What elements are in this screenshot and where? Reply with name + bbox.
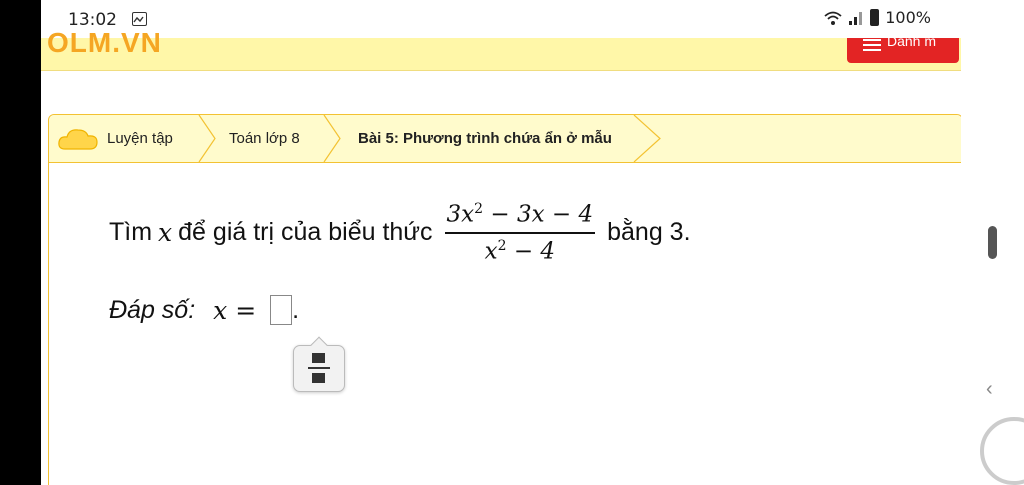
numerator-exponent: 2 [474,201,484,217]
status-bar: 13:02 100% [41,0,961,38]
wifi-icon [824,11,842,25]
hamburger-icon [863,38,881,54]
question-variable: x [158,218,173,248]
exercise-card: Luyện tập Toán lớp 8 Bài 5: Phương trình… [48,114,961,485]
answer-row: Đáp số: x = . [109,295,299,325]
answer-label: Đáp số: [109,295,196,324]
chevron-left-icon[interactable]: ‹ [986,378,993,401]
fraction-denominator: x2 − 4 [485,234,555,265]
scrollbar-thumb[interactable] [988,226,997,259]
battery-percent: 100% [885,8,931,27]
insert-fraction-button[interactable] [293,345,345,392]
answer-period: . [292,295,300,324]
side-panel: ‹ [961,0,1024,485]
fraction-icon-bar [308,367,330,369]
fraction-icon-bottom [312,373,325,383]
chevron-right-icon [198,115,216,162]
breadcrumb-item-luyen-tap[interactable]: Luyện tập [107,130,173,147]
menu-label: Danh m [887,38,937,49]
numerator-lead: 3x [446,201,475,228]
denominator-exponent: 2 [497,237,507,254]
denominator-tail: − 4 [506,238,556,265]
cloud-icon [58,129,98,150]
signal-icon [849,11,863,25]
menu-button[interactable]: Danh m [847,38,959,63]
site-header: OLM.VN Danh m [41,27,961,71]
denominator-lead: x [484,238,498,265]
breadcrumb: Luyện tập Toán lớp 8 Bài 5: Phương trình… [49,115,961,163]
fraction-numerator: 3x2 − 3x − 4 [444,201,596,234]
chevron-right-icon [633,115,661,162]
fraction-icon-top [312,353,325,363]
breadcrumb-item-current-lesson[interactable]: Bài 5: Phương trình chứa ẩn ở mẫu [358,130,612,147]
battery-icon [870,9,880,26]
breadcrumb-item-toan-lop-8[interactable]: Toán lớp 8 [229,130,300,147]
status-indicators: 100% [824,8,931,27]
app-screen: 13:02 100% OLM.VN Danh m Luyện tập Toán … [41,0,961,485]
question-prefix: Tìm [109,218,153,247]
expression-fraction: 3x2 − 3x − 4 x2 − 4 [444,201,596,265]
chevron-right-icon [323,115,341,162]
question-middle: để giá trị của biểu thức [178,218,433,247]
site-logo[interactable]: OLM.VN [47,27,162,59]
question-text: Tìm x để giá trị của biểu thức 3x2 − 3x … [109,201,691,264]
gallery-icon [132,12,147,26]
answer-input[interactable] [270,295,293,325]
question-suffix: bằng 3. [607,218,691,247]
answer-equation: x = [213,295,257,325]
numerator-tail: − 3x − 4 [483,201,594,228]
